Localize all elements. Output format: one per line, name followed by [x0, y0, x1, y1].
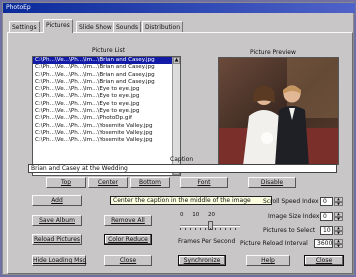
tab-pictures[interactable]: Pictures: [43, 19, 73, 33]
tab-sounds[interactable]: Sounds: [113, 21, 142, 32]
window-title: PhotoEp: [3, 3, 355, 13]
reload-interval-label: Picture Reload Interval: [240, 240, 308, 247]
pictures-to-select-value[interactable]: 10: [320, 226, 333, 235]
pictures-panel: Picture List C:\Ph...\Ve...\Ph...\Im...\…: [7, 32, 353, 274]
save-album-button[interactable]: Save Album: [32, 215, 82, 226]
picture-list[interactable]: C:\Ph...\Ve...\Ph...\Im...\Brian and Cas…: [32, 56, 181, 176]
picture-list-item[interactable]: C:\Ph...\Ve...\Ph...\Im...\Yosemite Vall…: [33, 123, 180, 130]
preview-photo: [219, 58, 338, 164]
image-size-arrows[interactable]: ▲ ▼: [334, 212, 343, 221]
pictures-to-select-arrows[interactable]: ▲ ▼: [334, 226, 343, 235]
reload-interval-arrows[interactable]: ▲ ▼: [334, 239, 343, 248]
caption-disable-button[interactable]: Disable: [248, 177, 296, 188]
picture-list-item[interactable]: C:\Ph...\Ve...\Ph...\Im...\Brian and Cas…: [33, 64, 180, 71]
add-button[interactable]: Add: [32, 195, 82, 206]
remove-all-button[interactable]: Remove All: [104, 215, 152, 226]
scroll-up-icon[interactable]: ▲: [173, 57, 180, 64]
fps-slider[interactable]: [180, 217, 240, 231]
caption-font-button[interactable]: Font: [180, 177, 228, 188]
picture-list-item[interactable]: C:\Ph...\Ve...\Ph...\Im...\Brian and Cas…: [33, 72, 180, 79]
picture-list-item[interactable]: C:\Ph...\Ve...\Ph...\Im...\Eye to eye.jp…: [33, 86, 180, 93]
caption-center-button[interactable]: Center: [88, 177, 128, 188]
picture-preview: [218, 57, 339, 165]
reload-interval-value[interactable]: 3600: [314, 239, 333, 248]
image-size-label: Image Size Index: [268, 213, 320, 220]
caption-center-tooltip: Center the caption in the middle of the …: [110, 196, 272, 205]
tab-slide-show[interactable]: Slide Show: [76, 21, 115, 32]
caption-input[interactable]: Brian and Casey at the Wedding: [28, 164, 337, 173]
image-size-value[interactable]: 0: [320, 212, 333, 221]
help-button[interactable]: Help: [246, 255, 290, 266]
pictures-to-select-label: Pictures to Select: [263, 227, 316, 234]
spin-down-icon[interactable]: ▼: [334, 216, 343, 221]
picture-list-item[interactable]: C:\Ph...\Ve...\Ph...\Im...\Eye to eye.jp…: [33, 108, 180, 115]
caption-top-button[interactable]: Top: [46, 177, 86, 188]
bottom-close-button[interactable]: Close: [304, 255, 344, 266]
picture-list-label: Picture List: [92, 47, 126, 54]
spin-down-icon[interactable]: ▼: [334, 230, 343, 235]
tab-distribution[interactable]: Distribution: [142, 21, 184, 32]
hide-loading-msg-button[interactable]: Hide Loading Msg: [32, 255, 86, 266]
spin-down-icon[interactable]: ▼: [334, 201, 343, 206]
picture-list-item[interactable]: C:\Ph...\Ve...\Ph...\Im...\Yosemite Vall…: [33, 137, 180, 144]
picture-list-item[interactable]: C:\Ph...\Ve...\Ph...\Im...\Eye to eye.jp…: [33, 101, 180, 108]
caption-label: Caption: [170, 156, 194, 163]
fps-slider-ticks: [180, 228, 240, 230]
app-window: PhotoEp Settings Pictures Slide Show Sou…: [2, 2, 355, 275]
scroll-speed-label: Scroll Speed Index: [263, 198, 319, 205]
picture-preview-label: Picture Preview: [250, 49, 296, 56]
scroll-speed-arrows[interactable]: ▲ ▼: [334, 197, 343, 206]
picture-list-item[interactable]: C:\Ph...\Ve...\Ph...\Im...\Yosemite Vall…: [33, 130, 180, 137]
picture-list-item[interactable]: C:\Ph...\Ve...\Ph...\Im...\Brian and Cas…: [33, 57, 180, 65]
picture-list-item[interactable]: C:\Ph...\Ve...\Ph...\Im...\Brian and Cas…: [33, 79, 180, 86]
tab-settings[interactable]: Settings: [9, 21, 40, 32]
caption-bottom-button[interactable]: Bottom: [130, 177, 170, 188]
close-button[interactable]: Close: [104, 255, 152, 266]
picture-list-item[interactable]: C:\Ph...\Ve...\Ph...\Im...\PhotoDp.gif: [33, 115, 180, 122]
picture-list-items: C:\Ph...\Ve...\Ph...\Im...\Brian and Cas…: [33, 57, 180, 145]
fps-label: Frames Per Second: [178, 238, 236, 245]
synchronize-button[interactable]: Synchronize: [178, 255, 226, 266]
spin-down-icon[interactable]: ▼: [334, 243, 343, 248]
reload-pictures-button[interactable]: Reload Pictures: [32, 234, 82, 245]
color-reduce-button[interactable]: Color Reduce: [104, 234, 152, 245]
picture-list-item[interactable]: C:\Ph...\Ve...\Ph...\Im...\Eye to eye.jp…: [33, 93, 180, 100]
scroll-speed-value[interactable]: 0: [320, 197, 333, 206]
